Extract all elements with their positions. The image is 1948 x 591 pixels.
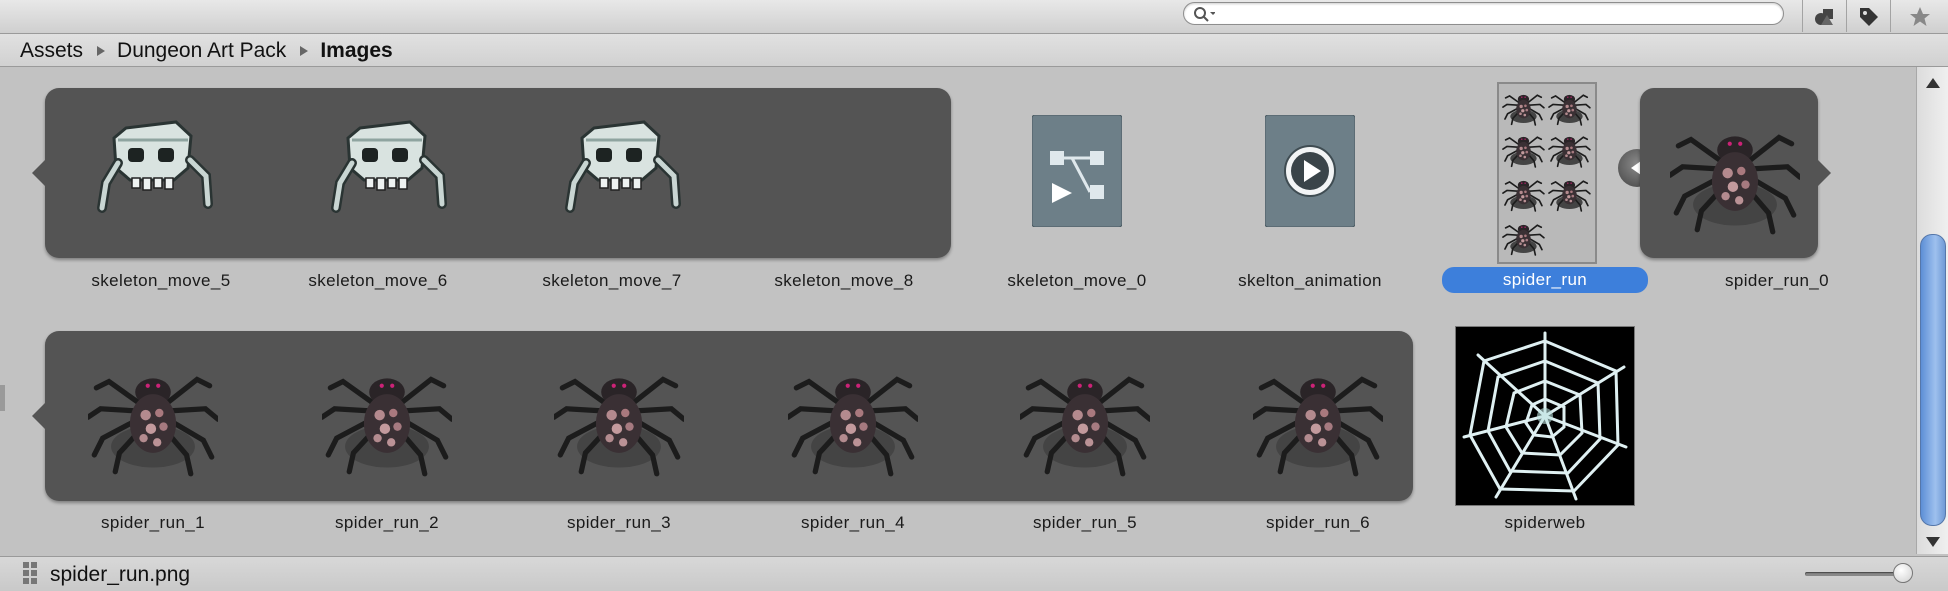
asset-thumbnail-skeleton-move-6[interactable] [310, 103, 470, 243]
asset-thumbnail-spider-run-1[interactable] [88, 333, 218, 493]
animator-controller-icon[interactable] [1032, 115, 1122, 227]
asset-label[interactable]: spider_run_3 [519, 513, 719, 533]
sprite-group-spider-run [32, 331, 1413, 501]
group-collapse-notch[interactable] [1818, 160, 1831, 186]
thumbnail-size-slider-knob[interactable] [1893, 563, 1913, 583]
filter-by-type-icon [1815, 9, 1833, 25]
top-toolbar [0, 0, 1948, 34]
asset-label[interactable]: skeleton_move_6 [278, 271, 478, 291]
asset-thumbnail-skeleton-move-7[interactable] [544, 103, 704, 243]
asset-thumbnail-spiderweb[interactable] [1455, 326, 1635, 506]
breadcrumb: Assets Dungeon Art Pack Images [20, 39, 393, 63]
search-icon [1194, 7, 1215, 22]
filter-by-type-button[interactable] [1802, 0, 1847, 32]
asset-label[interactable]: skeleton_move_0 [977, 271, 1177, 291]
asset-thumbnail-spider-run-5[interactable] [1020, 333, 1150, 493]
breadcrumb-separator-icon [300, 46, 309, 56]
sprite-sheet-file-icon [23, 562, 37, 584]
group-collapse-notch[interactable] [32, 403, 45, 429]
asset-label[interactable]: spider_run_2 [287, 513, 487, 533]
asset-thumbnail-spider-run-3[interactable] [554, 333, 684, 493]
selected-file-name: spider_run.png [50, 563, 191, 586]
asset-label[interactable]: spider_run_6 [1218, 513, 1418, 533]
vertical-scrollbar[interactable] [1916, 67, 1948, 554]
status-bar: spider_run.png [0, 556, 1948, 591]
asset-label[interactable]: spider_run_4 [753, 513, 953, 533]
breadcrumb-separator-icon [97, 46, 106, 56]
asset-label[interactable]: skeleton_move_7 [512, 271, 712, 291]
breadcrumb-item-assets[interactable]: Assets [20, 39, 83, 63]
panel-resize-handle[interactable] [0, 385, 5, 411]
asset-thumbnail-spider-run-6[interactable] [1253, 333, 1383, 493]
filter-by-label-button[interactable] [1846, 0, 1891, 32]
asset-label[interactable]: spiderweb [1445, 513, 1645, 533]
asset-thumbnail-spider-run-4[interactable] [788, 333, 918, 493]
scroll-up-arrow-icon[interactable] [1926, 78, 1940, 88]
animation-clip-icon[interactable] [1265, 115, 1355, 227]
star-icon [1910, 7, 1930, 26]
asset-label[interactable]: spider_run_0 [1677, 271, 1877, 291]
asset-label-selected[interactable]: spider_run [1442, 267, 1648, 293]
thumbnail-size-slider[interactable] [1805, 572, 1905, 576]
group-collapse-notch[interactable] [32, 160, 45, 186]
scrollbar-thumb[interactable] [1920, 234, 1946, 526]
asset-label[interactable]: skeleton_move_5 [61, 271, 261, 291]
favorites-button[interactable] [1890, 0, 1948, 32]
breadcrumb-bar: Assets Dungeon Art Pack Images [0, 34, 1948, 67]
asset-thumbnail-spider-run-2[interactable] [322, 333, 452, 493]
search-input[interactable] [1183, 2, 1784, 25]
scroll-down-arrow-icon[interactable] [1926, 537, 1940, 547]
asset-label[interactable]: spider_run_1 [53, 513, 253, 533]
tag-icon [1860, 8, 1878, 26]
asset-grid: skeleton_move_5 skeleton_move_6 skeleton… [8, 67, 1916, 554]
asset-label[interactable]: skelton_animation [1210, 271, 1410, 291]
asset-label[interactable]: skeleton_move_8 [744, 271, 944, 291]
asset-label[interactable]: spider_run_5 [985, 513, 1185, 533]
breadcrumb-item-dungeon-art-pack[interactable]: Dungeon Art Pack [117, 39, 286, 63]
asset-thumbnail-spider-run-sheet[interactable] [1497, 82, 1597, 264]
asset-thumbnail-skeleton-move-5[interactable] [76, 103, 236, 243]
asset-thumbnail-spider-run-0[interactable] [1670, 91, 1800, 251]
breadcrumb-current: Images [320, 39, 393, 62]
